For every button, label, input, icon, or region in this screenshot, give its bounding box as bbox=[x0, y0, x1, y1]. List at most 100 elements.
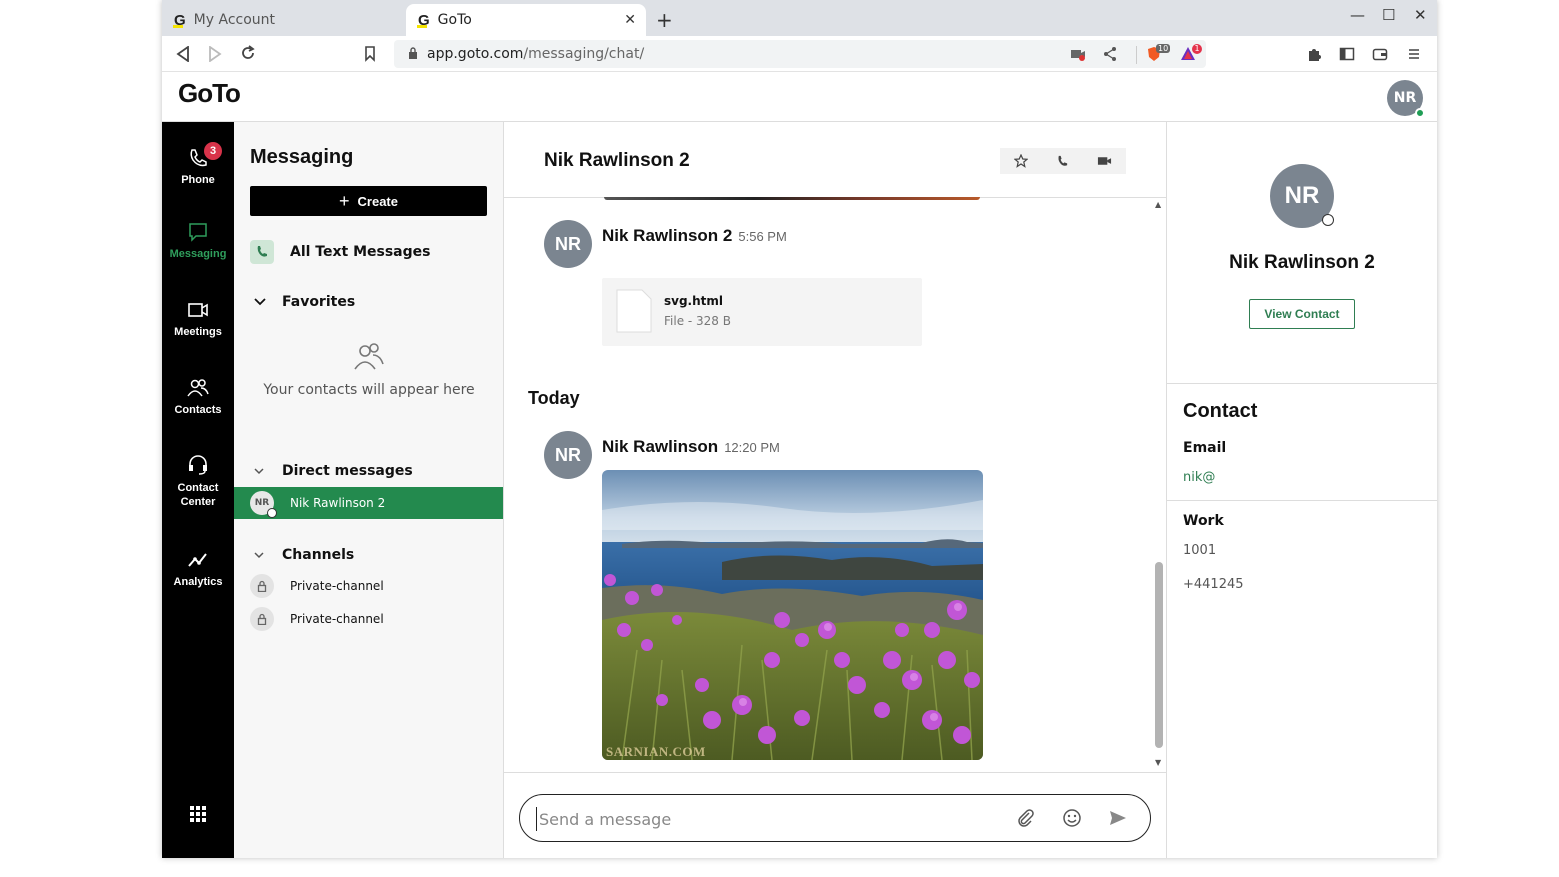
scroll-up-icon[interactable]: ▲ bbox=[1155, 200, 1161, 209]
sender-name: Nik Rawlinson bbox=[602, 437, 719, 456]
shield-badge: 10 bbox=[1156, 44, 1171, 53]
dm-avatar: NR bbox=[250, 491, 277, 518]
analytics-icon bbox=[188, 553, 207, 567]
sms-phone-icon bbox=[250, 240, 274, 264]
emoji-icon[interactable] bbox=[1062, 808, 1082, 828]
file-meta: File - 328 B bbox=[664, 314, 731, 328]
dm-name: Nik Rawlinson 2 bbox=[290, 496, 386, 510]
channel-name: Private-channel bbox=[290, 612, 384, 626]
create-button[interactable]: + Create bbox=[250, 186, 487, 216]
url-host: app.goto.com bbox=[427, 46, 524, 62]
contacts-placeholder-icon bbox=[354, 343, 384, 370]
rail-item-analytics[interactable]: Analytics bbox=[162, 550, 234, 588]
file-name: svg.html bbox=[664, 294, 724, 308]
divider bbox=[1167, 500, 1437, 501]
previous-image-edge bbox=[604, 197, 980, 200]
email-value[interactable]: nik@ bbox=[1183, 470, 1215, 485]
message-time: 12:20 PM bbox=[724, 440, 780, 455]
contact-name: Nik Rawlinson 2 bbox=[1229, 252, 1375, 273]
direct-messages-toggle[interactable]: Direct messages bbox=[254, 463, 413, 479]
video-call-icon[interactable] bbox=[1097, 155, 1112, 167]
new-tab-icon[interactable]: + bbox=[656, 8, 673, 32]
contact-details-panel: NR Nik Rawlinson 2 View Contact Contact … bbox=[1167, 122, 1437, 858]
channel-item[interactable]: Private-channel bbox=[250, 574, 384, 598]
app-header: GoTo NR bbox=[162, 72, 1437, 122]
file-attachment[interactable]: svg.html File - 328 B bbox=[602, 278, 922, 346]
message-header: Nik Rawlinson 12:20 PM bbox=[602, 437, 780, 457]
rail-item-contacts[interactable]: Contacts bbox=[162, 378, 234, 416]
tab-bar: G My Account G GoTo ✕ + — ☐ ✕ bbox=[162, 0, 1437, 36]
star-icon[interactable] bbox=[1014, 154, 1028, 168]
chat-scrollbar[interactable]: ▲ ▼ bbox=[1152, 198, 1166, 772]
sender-name: Nik Rawlinson 2 bbox=[602, 226, 733, 245]
divider bbox=[1136, 46, 1137, 64]
share-icon[interactable] bbox=[1102, 46, 1118, 62]
rail-item-phone[interactable]: 3 Phone bbox=[162, 142, 234, 186]
status-ring bbox=[1322, 214, 1334, 226]
create-label: Create bbox=[357, 193, 398, 209]
rail-item-contact-center[interactable]: Contact Center bbox=[162, 454, 234, 508]
day-divider: Today bbox=[528, 388, 580, 408]
reload-icon[interactable] bbox=[240, 45, 256, 61]
sidebar-icon[interactable] bbox=[1339, 46, 1355, 62]
message-avatar[interactable]: NR bbox=[544, 431, 592, 479]
close-tab-icon[interactable]: ✕ bbox=[624, 12, 636, 28]
chat-area: Nik Rawlinson 2 NR Nik Rawlinson 2 5:56 P… bbox=[504, 122, 1167, 858]
contact-initials: NR bbox=[1284, 182, 1320, 209]
bookmark-icon[interactable] bbox=[364, 46, 376, 62]
chat-title: Nik Rawlinson 2 bbox=[544, 150, 690, 171]
tab-my-account[interactable]: G My Account bbox=[162, 4, 402, 36]
plus-icon: + bbox=[339, 190, 350, 211]
user-avatar[interactable]: NR bbox=[1387, 80, 1425, 118]
rail-label-line2: Center bbox=[180, 496, 216, 508]
rail-label: Contacts bbox=[174, 404, 222, 416]
camera-blocked-icon[interactable] bbox=[1070, 46, 1086, 62]
video-icon bbox=[188, 303, 208, 317]
wallet-icon[interactable] bbox=[1372, 46, 1388, 62]
channel-name: Private-channel bbox=[290, 579, 384, 593]
minimize-icon[interactable]: — bbox=[1350, 6, 1365, 24]
scroll-down-icon[interactable]: ▼ bbox=[1155, 758, 1161, 767]
message-avatar[interactable]: NR bbox=[544, 220, 592, 268]
status-ring bbox=[267, 508, 277, 518]
browser-window: G My Account G GoTo ✕ + — ☐ ✕ app.goto.c… bbox=[162, 0, 1437, 858]
maximize-icon[interactable]: ☐ bbox=[1382, 6, 1395, 24]
messaging-title: Messaging bbox=[250, 146, 354, 168]
forward-icon[interactable] bbox=[208, 46, 222, 62]
dm-item-nik-rawlinson-2[interactable]: NR Nik Rawlinson 2 bbox=[234, 487, 503, 519]
call-icon[interactable] bbox=[1056, 155, 1069, 168]
address-bar: app.goto.com/messaging/chat/ 10 1 bbox=[162, 36, 1437, 72]
tab-title: GoTo bbox=[437, 12, 472, 28]
rail-label: Phone bbox=[181, 174, 215, 186]
send-icon[interactable] bbox=[1108, 808, 1128, 828]
app-grid-icon[interactable] bbox=[190, 806, 206, 822]
goto-favicon-icon: G bbox=[417, 11, 430, 29]
channels-toggle[interactable]: Channels bbox=[254, 547, 354, 563]
tab-goto[interactable]: G GoTo ✕ bbox=[406, 4, 646, 36]
nav-rail: 3 Phone Messaging Meetings Contacts Cont… bbox=[162, 122, 234, 858]
message-input[interactable] bbox=[536, 807, 976, 831]
menu-icon[interactable] bbox=[1406, 46, 1422, 62]
rail-item-meetings[interactable]: Meetings bbox=[162, 300, 234, 338]
messaging-panel: Messaging + Create All Text Messages Fav… bbox=[234, 122, 504, 858]
channel-item[interactable]: Private-channel bbox=[250, 607, 384, 631]
chevron-down-icon bbox=[254, 296, 268, 309]
message-composer bbox=[519, 794, 1151, 842]
work-extension: 1001 bbox=[1183, 543, 1217, 558]
all-text-messages-item[interactable]: All Text Messages bbox=[250, 240, 430, 264]
scroll-thumb[interactable] bbox=[1155, 562, 1163, 748]
paperclip-icon[interactable] bbox=[1016, 808, 1036, 828]
all-text-label: All Text Messages bbox=[290, 244, 431, 260]
back-icon[interactable] bbox=[176, 46, 190, 62]
extensions-icon[interactable] bbox=[1306, 46, 1322, 62]
close-window-icon[interactable]: ✕ bbox=[1414, 6, 1427, 24]
rail-item-messaging[interactable]: Messaging bbox=[162, 222, 234, 260]
phone-badge: 3 bbox=[204, 142, 222, 160]
favorites-section-toggle[interactable]: Favorites bbox=[254, 294, 355, 310]
image-attachment[interactable]: SARNIAN.COM bbox=[602, 470, 983, 760]
favorites-label: Favorites bbox=[282, 294, 356, 310]
view-contact-button[interactable]: View Contact bbox=[1249, 299, 1355, 329]
avatar-initials: NR bbox=[555, 444, 581, 465]
chat-actions bbox=[1000, 148, 1126, 174]
goto-logo[interactable]: GoTo bbox=[178, 78, 242, 109]
